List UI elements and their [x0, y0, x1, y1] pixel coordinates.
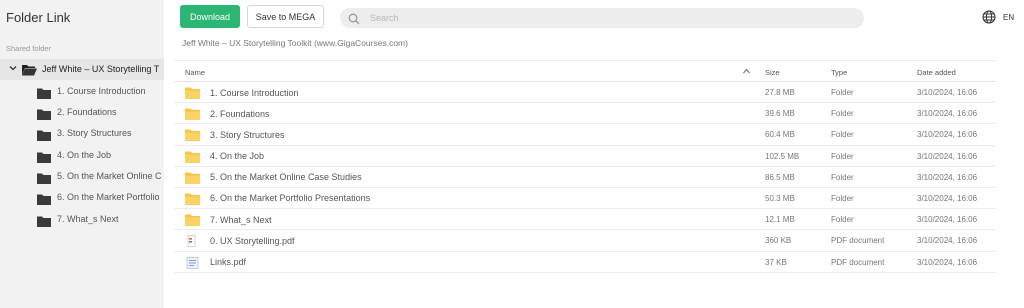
download-button[interactable]: Download: [180, 5, 240, 28]
folder-icon: [37, 192, 51, 210]
file-date: 3/10/2024, 16:06: [917, 215, 978, 225]
sidebar-item-whats-next[interactable]: 7. What_s Next: [0, 209, 164, 230]
table-row[interactable]: 7. What_s Next 12.1 MB Folder 3/10/2024,…: [174, 209, 996, 231]
breadcrumb: Jeff White – UX Storytelling Toolkit (ww…: [182, 38, 408, 48]
file-type: Folder: [831, 215, 854, 225]
column-header-type[interactable]: Type: [831, 68, 847, 77]
chevron-down-icon[interactable]: [9, 64, 17, 74]
sidebar-item-label: 2. Foundations: [57, 107, 117, 117]
folder-icon: [37, 214, 51, 232]
file-date: 3/10/2024, 16:06: [917, 130, 978, 140]
folder-icon: [185, 193, 200, 207]
file-size: 39.6 MB: [765, 109, 795, 119]
folder-icon: [185, 151, 200, 165]
file-size: 102.5 MB: [765, 151, 800, 161]
table-row[interactable]: 3. Story Structures 60.4 MB Folder 3/10/…: [174, 124, 996, 146]
save-to-mega-button[interactable]: Save to MEGA: [247, 5, 324, 28]
sidebar-item-label: 4. On the Job: [57, 150, 112, 160]
table-row[interactable]: Links.pdf 37 KB PDF document 3/10/2024, …: [174, 252, 996, 273]
file-name: 3. Story Structures: [210, 129, 285, 140]
file-date: 3/10/2024, 16:06: [917, 236, 978, 246]
column-header-name[interactable]: Name: [185, 68, 205, 77]
file-type: Folder: [831, 151, 854, 161]
pdf-file-icon: [185, 235, 200, 249]
document-file-icon: [185, 256, 200, 271]
file-date: 3/10/2024, 16:06: [917, 109, 978, 119]
file-type: PDF document: [831, 257, 885, 267]
folder-icon: [185, 172, 200, 186]
sidebar: Folder Link Shared folder Jeff White – U…: [0, 0, 164, 308]
globe-icon[interactable]: [982, 10, 996, 29]
sidebar-root-folder[interactable]: Jeff White – UX Storytelling T: [0, 59, 164, 80]
file-name: 0. UX Storytelling.pdf: [210, 235, 295, 246]
file-date: 3/10/2024, 16:06: [917, 151, 978, 161]
file-type: Folder: [831, 88, 854, 97]
file-name: 1. Course Introduction: [210, 87, 299, 98]
table-row[interactable]: 2. Foundations 39.6 MB Folder 3/10/2024,…: [174, 103, 996, 125]
file-size: 60.4 MB: [765, 130, 795, 140]
table-row[interactable]: 0. UX Storytelling.pdf 360 KB PDF docume…: [174, 230, 996, 252]
file-name: 7. What_s Next: [210, 214, 272, 225]
file-size: 12.1 MB: [765, 215, 795, 225]
column-header-size[interactable]: Size: [765, 68, 780, 77]
file-type: Folder: [831, 193, 854, 203]
file-size: 360 KB: [765, 236, 792, 246]
sidebar-item-label: 7. What_s Next: [57, 214, 119, 224]
file-name: 5. On the Market Online Case Studies: [210, 172, 362, 183]
table-header: Name Size Type Date added: [174, 60, 996, 82]
file-size: 37 KB: [765, 257, 787, 267]
file-name: 4. On the Job: [210, 151, 265, 162]
table-row[interactable]: 4. On the Job 102.5 MB Folder 3/10/2024,…: [174, 146, 996, 167]
table-row[interactable]: 5. On the Market Online Case Studies 86.…: [174, 167, 996, 188]
file-type: Folder: [831, 109, 854, 119]
table-row[interactable]: 6. On the Market Portfolio Presentations…: [174, 188, 996, 210]
column-header-date-added[interactable]: Date added: [917, 68, 956, 77]
sidebar-item-label: 1. Course Introduction: [57, 86, 146, 96]
file-size: 27.8 MB: [765, 88, 795, 97]
file-date: 3/10/2024, 16:06: [917, 88, 978, 97]
sidebar-item-online-case-studies[interactable]: 5. On the Market Online C: [0, 166, 164, 187]
mega-folder-link-window: Folder Link Shared folder Jeff White – U…: [0, 0, 1024, 308]
folder-icon: [185, 87, 200, 101]
search-icon: [348, 12, 360, 30]
file-date: 3/10/2024, 16:06: [917, 193, 978, 203]
sidebar-item-label: 5. On the Market Online C: [57, 171, 162, 181]
file-size: 86.5 MB: [765, 172, 795, 182]
sidebar-item-course-introduction[interactable]: 1. Course Introduction: [0, 81, 164, 102]
file-name: 2. Foundations: [210, 108, 270, 119]
search-bar[interactable]: [340, 8, 864, 28]
language-selector[interactable]: EN: [1003, 13, 1014, 22]
file-type: Folder: [831, 172, 854, 182]
sidebar-title: Folder Link: [6, 10, 71, 25]
file-name: 6. On the Market Portfolio Presentations: [210, 193, 371, 204]
file-type: PDF document: [831, 236, 885, 246]
file-date: 3/10/2024, 16:06: [917, 257, 978, 267]
file-table: Name Size Type Date added 1. Course Intr…: [174, 60, 996, 273]
file-date: 3/10/2024, 16:06: [917, 172, 978, 182]
file-type: Folder: [831, 130, 854, 140]
shared-folder-label: Shared folder: [6, 44, 52, 53]
sidebar-item-portfolio-presentations[interactable]: 6. On the Market Portfolio: [0, 187, 164, 208]
folder-icon: [37, 128, 51, 146]
folder-icon: [185, 108, 200, 122]
sidebar-item-label: 3. Story Structures: [57, 128, 132, 138]
sidebar-item-label: 6. On the Market Portfolio: [57, 192, 160, 202]
folder-icon: [185, 129, 200, 143]
search-input[interactable]: [370, 11, 850, 25]
table-row[interactable]: 1. Course Introduction 27.8 MB Folder 3/…: [174, 82, 996, 104]
folder-icon: [185, 214, 200, 228]
sidebar-item-on-the-job[interactable]: 4. On the Job: [0, 145, 164, 166]
sidebar-item-foundations[interactable]: 2. Foundations: [0, 102, 164, 123]
sidebar-item-story-structures[interactable]: 3. Story Structures: [0, 123, 164, 144]
folder-open-icon: [22, 63, 37, 81]
file-name: Links.pdf: [210, 257, 247, 267]
sidebar-root-label: Jeff White – UX Storytelling T: [42, 64, 160, 74]
file-size: 50.3 MB: [765, 193, 795, 203]
sort-ascending-icon[interactable]: [743, 68, 750, 76]
